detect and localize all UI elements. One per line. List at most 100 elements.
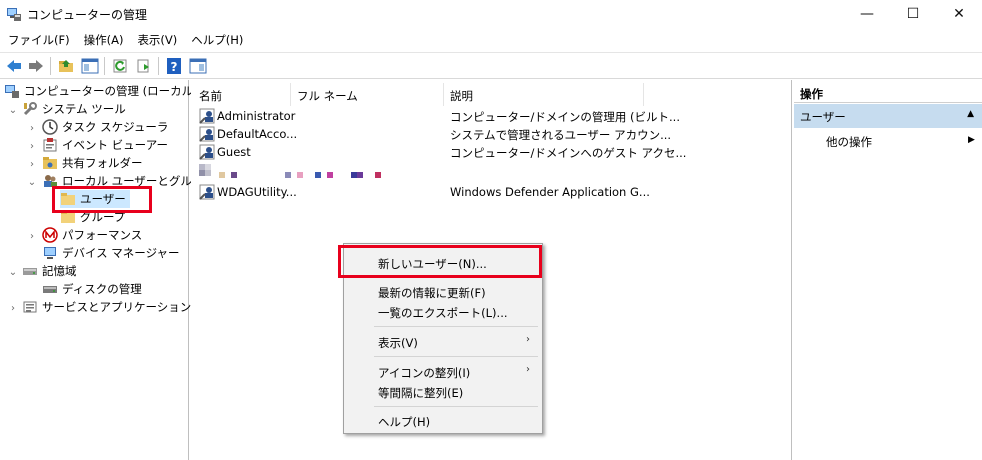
toolbar: ?: [0, 52, 982, 79]
tree-label: 共有フォルダー: [62, 156, 143, 170]
console-tree: コンピューターの管理 (ローカル) ⌄ システム ツール › タスク スケジュー…: [0, 80, 214, 460]
tree-item-performance[interactable]: パフォーマンス: [42, 226, 142, 244]
storage-icon: [23, 268, 37, 275]
submenu-arrow-icon: ›: [526, 364, 530, 375]
disk-icon: [43, 286, 57, 293]
tree-item-system-tools[interactable]: システム ツール: [22, 100, 126, 118]
user-icon: [199, 126, 215, 142]
tree-item-disk-management[interactable]: ディスクの管理: [42, 280, 142, 298]
menu-item-arrange-icons[interactable]: アイコンの整列(I) ›: [344, 362, 542, 382]
tree-root[interactable]: コンピューターの管理 (ローカル): [4, 82, 198, 100]
tree-label: パフォーマンス: [62, 228, 143, 242]
menu-file[interactable]: ファイル(F): [0, 30, 76, 50]
user-name: DefaultAcco...: [217, 127, 298, 141]
more-actions-label: 他の操作: [826, 135, 872, 149]
menu-item-label: 一覧のエクスポート(L)...: [378, 306, 508, 320]
user-name: WDAGUtility...: [217, 185, 297, 199]
up-folder-icon[interactable]: [56, 56, 76, 76]
highlight-box-users: [52, 186, 152, 213]
tree-item-storage[interactable]: 記憶域: [22, 262, 77, 280]
menu-item-label: アイコンの整列(I): [378, 366, 471, 380]
user-description: コンピューター/ドメインへのゲスト アクセ...: [450, 146, 687, 160]
submenu-arrow-icon: ›: [526, 334, 530, 345]
tools-icon: [23, 102, 37, 116]
menu-item-line-up-icons[interactable]: 等間隔に整列(E): [344, 382, 542, 402]
chevron-right-icon[interactable]: ›: [8, 303, 18, 314]
more-actions-item[interactable]: 他の操作: [826, 134, 872, 150]
menu-view[interactable]: 表示(V): [129, 30, 183, 50]
column-header-full-name[interactable]: フル ネーム: [291, 83, 444, 106]
services-icon: [23, 301, 37, 313]
tree-item-shared-folders[interactable]: 共有フォルダー: [42, 154, 143, 172]
user-icon: [199, 184, 215, 200]
table-row[interactable]: DefaultAcco... システムで管理されるユーザー アカウン...: [199, 125, 671, 143]
caret-right-icon[interactable]: ▶: [968, 135, 975, 145]
maximize-button[interactable]: ☐: [890, 0, 936, 28]
forward-arrow-icon[interactable]: [26, 56, 46, 76]
device-manager-icon: [44, 247, 56, 259]
export-list-icon[interactable]: [134, 56, 154, 76]
close-button[interactable]: ✕: [936, 0, 982, 28]
tree-item-task-scheduler[interactable]: タスク スケジューラ: [42, 118, 168, 136]
svg-text:?: ?: [171, 60, 178, 74]
back-arrow-icon[interactable]: [4, 56, 24, 76]
user-name: Administrator: [217, 109, 296, 123]
user-name: Guest: [217, 145, 251, 159]
refresh-icon[interactable]: [110, 56, 130, 76]
tree-label: イベント ビューアー: [62, 138, 169, 152]
menu-bar: ファイル(F) 操作(A) 表示(V) ヘルプ(H): [0, 30, 249, 50]
menu-item-label: ヘルプ(H): [378, 415, 431, 429]
actions-pane: 操作 ユーザー ▲ 他の操作 ▶: [794, 80, 982, 460]
menu-help[interactable]: ヘルプ(H): [183, 30, 249, 50]
actions-section-label: ユーザー: [800, 110, 846, 124]
menu-item-view[interactable]: 表示(V) ›: [344, 332, 542, 352]
menu-item-label: 最新の情報に更新(F): [378, 286, 486, 300]
window-title: コンピューターの管理: [27, 8, 148, 22]
tree-item-device-manager[interactable]: デバイス マネージャー: [42, 244, 180, 262]
clock-icon: [42, 119, 58, 135]
menu-item-refresh[interactable]: 最新の情報に更新(F): [344, 282, 542, 302]
user-icon: [199, 144, 215, 160]
column-header-description[interactable]: 説明: [444, 83, 644, 106]
highlight-box-new-user: [338, 245, 542, 278]
chevron-down-icon[interactable]: ⌄: [8, 267, 18, 278]
redacted-row-icon: [199, 170, 211, 176]
menu-item-export-list[interactable]: 一覧のエクスポート(L)...: [344, 302, 542, 322]
chevron-right-icon[interactable]: ›: [27, 231, 37, 242]
table-row[interactable]: Administrator コンピューター/ドメインの管理用 (ビルト...: [199, 107, 680, 125]
menu-item-help[interactable]: ヘルプ(H): [344, 411, 542, 431]
chevron-right-icon[interactable]: ›: [27, 141, 37, 152]
redacted-row-text: [219, 172, 381, 178]
caret-up-icon[interactable]: ▲: [967, 109, 974, 119]
tree-item-services-apps[interactable]: サービスとアプリケーション: [22, 298, 191, 316]
user-description: Windows Defender Application G...: [450, 185, 650, 199]
column-header-name[interactable]: 名前: [193, 83, 291, 106]
actions-section-users[interactable]: ユーザー ▲: [794, 104, 982, 128]
tree-label: 記憶域: [42, 264, 77, 278]
menu-item-label: 等間隔に整列(E): [378, 386, 464, 400]
shared-folder-icon: [43, 157, 57, 169]
title-bar: コンピューターの管理 — ☐ ✕: [0, 0, 982, 28]
minimize-button[interactable]: —: [844, 0, 890, 28]
show-hide-tree-icon[interactable]: [80, 56, 100, 76]
tree-label: コンピューターの管理 (ローカル): [24, 84, 198, 98]
tree-label: デバイス マネージャー: [62, 246, 180, 260]
chevron-down-icon[interactable]: ⌄: [27, 177, 37, 188]
table-row[interactable]: Guest コンピューター/ドメインへのゲスト アクセ...: [199, 143, 686, 161]
chevron-right-icon[interactable]: ›: [27, 123, 37, 134]
performance-icon: [42, 227, 58, 243]
chevron-down-icon[interactable]: ⌄: [8, 105, 18, 116]
tree-label: タスク スケジューラ: [62, 120, 169, 134]
actions-header: 操作: [794, 83, 982, 103]
menu-action[interactable]: 操作(A): [76, 30, 130, 50]
computer-management-icon: [7, 8, 21, 21]
help-icon[interactable]: ?: [164, 56, 184, 76]
chevron-right-icon[interactable]: ›: [27, 159, 37, 170]
tree-item-event-viewer[interactable]: イベント ビューアー: [42, 136, 168, 154]
tree-label: システム ツール: [42, 102, 126, 116]
user-description: コンピューター/ドメインの管理用 (ビルト...: [450, 110, 680, 124]
table-row[interactable]: WDAGUtility... Windows Defender Applicat…: [199, 183, 659, 201]
computer-management-icon: [5, 85, 19, 98]
tree-label: ディスクの管理: [62, 282, 142, 296]
show-hide-action-icon[interactable]: [188, 56, 208, 76]
